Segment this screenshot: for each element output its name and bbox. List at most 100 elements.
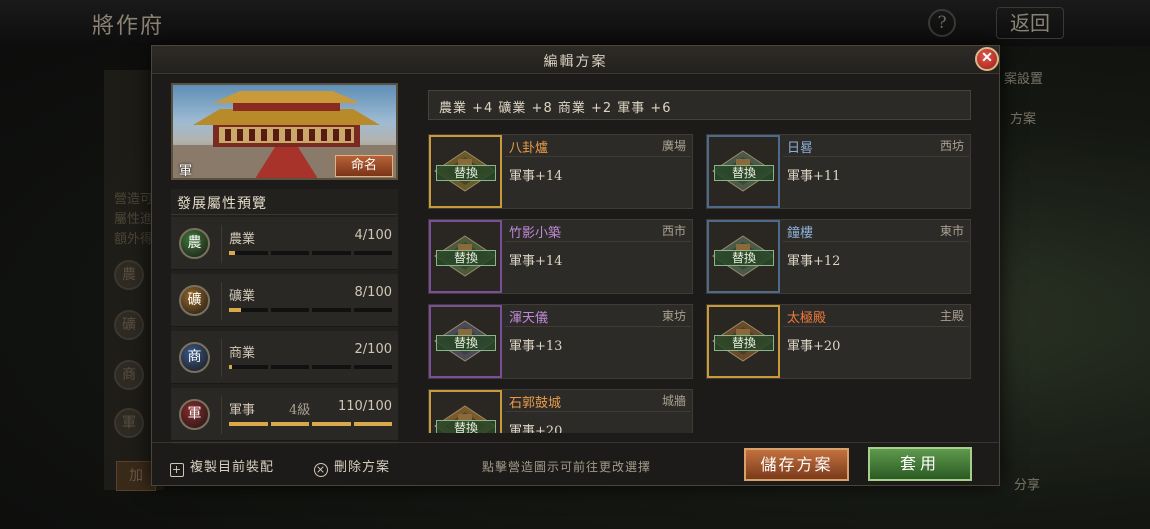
building-location: 主殿 [939, 309, 964, 323]
plan-preview-label: 軍 [179, 164, 193, 179]
progress-segment [270, 251, 309, 255]
progress-segment [270, 422, 309, 426]
save-plan-button[interactable]: 儲存方案 [744, 448, 849, 481]
building-bonus: 軍事+13 [509, 339, 563, 354]
replace-label: 替換 [714, 165, 774, 181]
background-text: 方案 [1010, 112, 1037, 127]
divider [221, 225, 222, 263]
building-bonus: 軍事+12 [787, 254, 841, 269]
attribute-name: 農業 [229, 232, 256, 247]
mining-icon: 礦 [179, 285, 210, 316]
background-text: 案設置 [1004, 72, 1044, 87]
building-bonus: 軍事+20 [787, 339, 841, 354]
progress-fill [229, 422, 268, 426]
progress-segment [229, 251, 268, 255]
building-thumbnail[interactable]: 替換 [429, 305, 502, 378]
attribute-summary-bar: 農業 +4 礦業 +8 商業 +2 軍事 +6 [428, 90, 971, 120]
help-icon[interactable]: ? [928, 9, 956, 37]
building-thumbnail[interactable]: 替換 [707, 220, 780, 293]
progress-segment [229, 365, 268, 369]
divider [221, 396, 222, 434]
delete-plan-button[interactable]: × 刪除方案 [314, 456, 390, 477]
building-location: 西市 [661, 224, 686, 238]
progress-segment [312, 365, 351, 369]
attribute-preview-panel: 發展屬性預覽 農 農業 4/100 礦 礦業 8/100 商 商業 2/100 [171, 189, 398, 444]
background-text: 分享 [1014, 478, 1041, 493]
building-location: 東坊 [661, 309, 686, 323]
progress-segment [353, 365, 392, 369]
divider [221, 339, 222, 377]
plan-preview-image: 軍 命名 [171, 83, 398, 180]
progress-segment [353, 251, 392, 255]
progress-fill [229, 308, 242, 312]
apply-button[interactable]: 套用 [868, 447, 972, 481]
replace-label: 替換 [714, 335, 774, 351]
edit-plan-dialog: 編輯方案 ✕ 軍 命名 發展屬性預覽 農 農業 4/100 礦 礦業 8/100… [151, 45, 1000, 486]
divider [783, 241, 969, 242]
attribute-name: 商業 [229, 346, 256, 361]
building-card[interactable]: 替換 石郭鼓城 城牆 軍事+20 [428, 389, 693, 433]
progress-fill [353, 422, 392, 426]
progress-segment [353, 422, 392, 426]
building-thumbnail[interactable]: 替換 [429, 135, 502, 208]
divider [505, 241, 691, 242]
background-text: 營造可 [114, 192, 154, 207]
building-name: 渾天儀 [509, 311, 549, 326]
copy-icon: + [170, 463, 184, 477]
building-card[interactable]: 替換 八卦爐 廣場 軍事+14 [428, 134, 693, 209]
attribute-value: 4/100 [354, 228, 392, 243]
background-text: 屬性進 [114, 212, 154, 227]
building-name: 日晷 [787, 141, 814, 156]
progress-segment [312, 422, 351, 426]
progress-fill [229, 365, 233, 369]
divider [783, 326, 969, 327]
replace-label: 替換 [436, 420, 496, 433]
building-card-grid: 替換 八卦爐 廣場 軍事+14 替換 日晷 西坊 軍事+11 替換 竹影小築 西市 軍事+14 替… [428, 134, 980, 433]
close-button[interactable]: ✕ [975, 47, 999, 71]
divider [505, 156, 691, 157]
building-thumbnail[interactable]: 替換 [707, 305, 780, 378]
progress-segment [229, 308, 268, 312]
attribute-progress-bar [229, 308, 392, 312]
commerce-icon: 商 [179, 342, 210, 373]
attribute-name: 軍事 [229, 403, 256, 418]
attribute-summary: 農業 +4 礦業 +8 商業 +2 軍事 +6 [439, 101, 672, 116]
progress-segment [312, 308, 351, 312]
replace-label: 替換 [714, 250, 774, 266]
replace-label: 替換 [436, 335, 496, 351]
attribute-progress-bar [229, 422, 392, 426]
building-name: 八卦爐 [509, 141, 549, 156]
building-thumbnail[interactable]: 替換 [429, 220, 502, 293]
building-location: 西坊 [939, 139, 964, 153]
background-agriculture-icon: 農 [114, 260, 144, 290]
building-card[interactable]: 替換 渾天儀 東坊軍事+13 [428, 304, 693, 379]
top-bar [0, 0, 1150, 46]
footer-hint: 點擊營造圖示可前往更改選擇 [482, 460, 652, 474]
building-card[interactable]: 替換 竹影小築 西市 軍事+14 [428, 219, 693, 294]
building-card[interactable]: 替換 太極殿 主殿 軍事+20 [706, 304, 971, 379]
attribute-row-military: 軍 軍事 4級 110/100 [171, 388, 398, 441]
progress-segment [312, 251, 351, 255]
replace-label: 替換 [436, 165, 496, 181]
attribute-row-mining: 礦 礦業 8/100 [171, 274, 398, 327]
attribute-name: 礦業 [229, 289, 256, 304]
replace-label: 替換 [436, 250, 496, 266]
building-thumbnail[interactable]: 替換 [429, 390, 502, 433]
back-button[interactable]: 返回 [996, 7, 1064, 39]
progress-segment [229, 422, 268, 426]
attribute-progress-bar [229, 251, 392, 255]
building-thumbnail[interactable]: 替換 [707, 135, 780, 208]
copy-current-setup-button[interactable]: + 複製目前裝配 [170, 456, 274, 477]
divider [783, 156, 969, 157]
building-bonus: 軍事+14 [509, 254, 563, 269]
building-card[interactable]: 替換 日晷 西坊 軍事+11 [706, 134, 971, 209]
attribute-progress-bar [229, 365, 392, 369]
delete-label: 刪除方案 [334, 460, 391, 475]
attribute-value: 110/100 [337, 399, 392, 414]
rename-button[interactable]: 命名 [335, 155, 393, 177]
building-bonus: 軍事+20 [509, 424, 563, 433]
attribute-value: 2/100 [354, 342, 392, 357]
attribute-row-commerce: 商 商業 2/100 [171, 331, 398, 384]
building-card[interactable]: 替換 鐘樓 東市 軍事+12 [706, 219, 971, 294]
background-mining-icon: 礦 [114, 310, 144, 340]
